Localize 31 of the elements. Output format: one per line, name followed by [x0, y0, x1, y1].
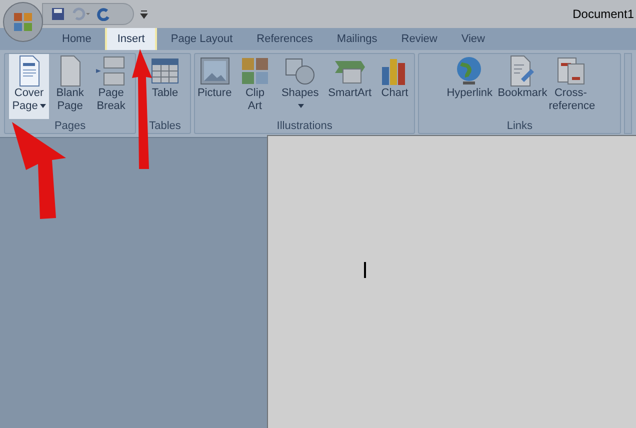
dropdown-caret-icon — [40, 104, 46, 108]
ribbon-button[interactable]: SmartArt — [326, 54, 374, 119]
office-button[interactable] — [3, 2, 43, 42]
redo-icon[interactable] — [97, 7, 111, 21]
ribbon-button[interactable]: Page Break — [91, 54, 132, 119]
group-label: Pages — [53, 119, 87, 133]
office-logo-icon — [13, 12, 33, 32]
ribbon-button[interactable]: Cross-reference — [546, 54, 596, 119]
ribbon-button[interactable]: Bookmark — [494, 54, 545, 119]
dropdown-caret-icon — [298, 104, 304, 108]
ribbon-button[interactable]: Chart — [375, 54, 414, 119]
ribbon-tab[interactable]: Home — [52, 28, 102, 50]
ribbon-tab[interactable]: Insert — [105, 26, 157, 50]
ribbon-button[interactable]: Shapes — [276, 54, 325, 119]
group-label: Illustrations — [276, 119, 334, 133]
ribbon-tab[interactable]: Mailings — [326, 28, 388, 50]
ribbon-tab[interactable]: References — [246, 28, 323, 50]
group-label: Links — [506, 119, 534, 133]
save-icon[interactable] — [51, 7, 65, 21]
ribbon-button[interactable]: Hyperlink — [444, 54, 494, 119]
window-title: Document1 — [572, 6, 635, 23]
ribbon-button[interactable]: Blank Page — [50, 54, 90, 119]
customize-toolbar-icon[interactable] — [140, 10, 148, 18]
ribbon-tab[interactable]: Page Layout — [160, 28, 243, 50]
ribbon-tab[interactable]: View — [451, 28, 495, 50]
ribbon-button[interactable]: Picture — [194, 54, 234, 119]
ribbon-tab[interactable]: Review — [391, 28, 448, 50]
text-cursor — [364, 262, 366, 278]
ribbon-button[interactable]: Cover Page — [9, 54, 50, 119]
ribbon-button[interactable]: Clip Art — [235, 54, 275, 119]
group-label: Tables — [148, 119, 182, 133]
